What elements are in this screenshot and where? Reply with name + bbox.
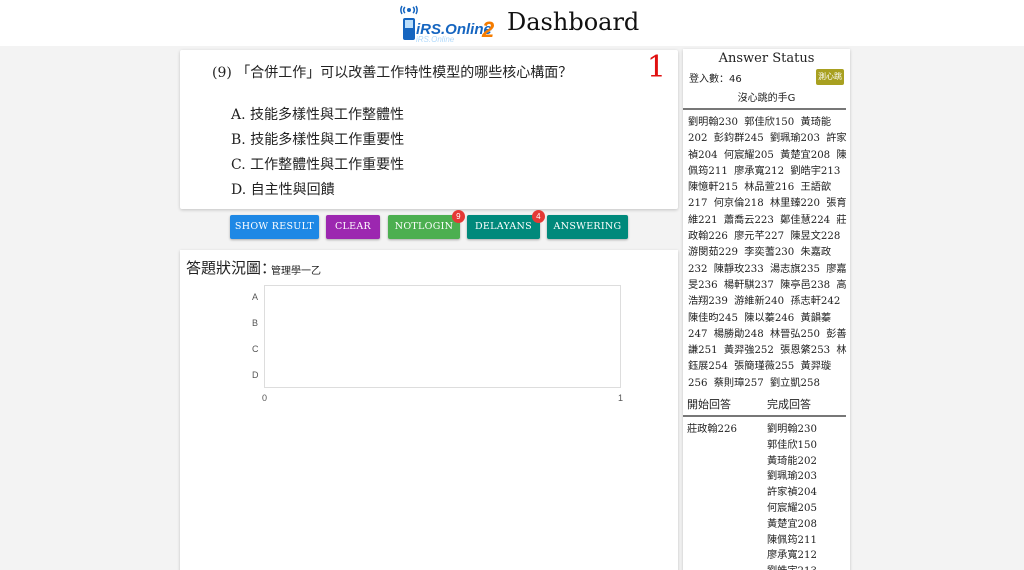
student-name: 張恩綮253 bbox=[780, 345, 831, 357]
student-name: 劉皓宇213 bbox=[790, 165, 841, 177]
student-name: 黃琦能202 bbox=[767, 455, 818, 467]
student-name: 鄭佳慧224 bbox=[780, 214, 831, 226]
irs-online-logo: iRS.Online 2 iRS.Online bbox=[396, 4, 496, 44]
option-d: D. 自主性與回饋 bbox=[231, 182, 335, 198]
student-name: 林里臻220 bbox=[769, 198, 820, 210]
delayans-label: DELAYANS bbox=[475, 221, 532, 232]
student-name: 廖承寬212 bbox=[734, 165, 785, 177]
answering-label: ANSWERING bbox=[553, 221, 622, 232]
student-name: 陳昱文228 bbox=[790, 231, 841, 243]
student-name: 游閔茹229 bbox=[688, 247, 739, 259]
option-c: C. 工作整體性與工作重要性 bbox=[231, 157, 405, 173]
notlogin-label: NOTLOGIN bbox=[394, 221, 454, 232]
chart-title: 答題狀況圖： bbox=[186, 259, 277, 277]
answering-button[interactable]: ANSWERING bbox=[547, 215, 628, 239]
student-name: 劉明翰230 bbox=[767, 424, 818, 435]
student-name: 林品萱216 bbox=[744, 182, 795, 194]
student-name: 黃羿強252 bbox=[723, 345, 774, 357]
y-tick-label: C bbox=[252, 344, 259, 354]
student-name: 游維新240 bbox=[734, 296, 785, 308]
student-name: 許家禎204 bbox=[767, 487, 818, 499]
start-answer-header: 開始回答 bbox=[687, 398, 731, 411]
question-number: 1 bbox=[646, 50, 666, 85]
header: iRS.Online 2 iRS.Online Dashboard bbox=[0, 0, 1024, 46]
y-tick-label: A bbox=[252, 292, 259, 302]
show-result-button[interactable]: SHOW RESULT bbox=[230, 215, 319, 239]
student-name: 劉明翰230 bbox=[688, 117, 739, 128]
student-name: 黃楚宜208 bbox=[767, 518, 818, 530]
student-name: 劉珮瑜203 bbox=[769, 133, 820, 145]
x-tick-label: 1 bbox=[618, 393, 624, 403]
student-name: 陳以蓁246 bbox=[744, 312, 795, 324]
student-name: 劉立凱258 bbox=[769, 377, 820, 389]
student-name: 蔡則璋257 bbox=[713, 377, 764, 389]
user-name: 沒心跳的手G bbox=[737, 93, 796, 104]
question-card: (9) 「合併工作」可以改善工作特性模型的哪些核心構面？ 1 A. 技能多樣性與… bbox=[180, 50, 678, 209]
student-name: 陳憶軒215 bbox=[688, 182, 739, 194]
question-text: (9) 「合併工作」可以改善工作特性模型的哪些核心構面？ bbox=[212, 65, 573, 81]
student-name: 郭佳欣150 bbox=[767, 439, 818, 451]
divider bbox=[683, 415, 846, 417]
y-tick-label: D bbox=[252, 370, 259, 380]
heartbeat-test-button[interactable]: 測心跳 bbox=[816, 69, 844, 85]
svg-text:iRS.Online: iRS.Online bbox=[416, 35, 455, 44]
student-name: 廖元芊227 bbox=[734, 231, 785, 243]
student-name: 劉皓宇213 bbox=[767, 564, 817, 570]
student-name: 何宸耀205 bbox=[723, 149, 774, 161]
student-name: 楊軒騏237 bbox=[723, 279, 774, 291]
answer-status-panel: Answer Status 登入數：46 測心跳 沒心跳的手G 劉明翰230 郭… bbox=[683, 49, 850, 570]
delayans-button[interactable]: DELAYANS 4 bbox=[467, 210, 545, 239]
svg-text:2: 2 bbox=[481, 17, 495, 42]
clear-button[interactable]: CLEAR bbox=[326, 215, 380, 239]
student-name: 何京倫218 bbox=[713, 198, 764, 210]
student-name: 陳亭邑238 bbox=[780, 279, 831, 291]
student-name: 劉珮瑜203 bbox=[767, 471, 818, 483]
option-a: A. 技能多樣性與工作整體性 bbox=[231, 107, 405, 123]
student-name: 孫志軒242 bbox=[790, 296, 841, 308]
clear-label: CLEAR bbox=[334, 221, 372, 232]
show-result-label: SHOW RESULT bbox=[234, 221, 315, 232]
student-name: 張簡瑾薇255 bbox=[734, 361, 795, 373]
student-name: 楊勝勛248 bbox=[713, 328, 764, 340]
y-tick-label: B bbox=[252, 318, 259, 328]
notlogin-count-badge: 9 bbox=[452, 210, 465, 223]
student-name: 彭鈞群245 bbox=[713, 133, 764, 145]
student-name: 郭佳欣150 bbox=[744, 117, 795, 128]
student-name: 陳佩筠211 bbox=[767, 534, 818, 546]
student-name: 廖承寬212 bbox=[767, 550, 818, 562]
student-name: 陳靜玫233 bbox=[713, 263, 764, 275]
student-name: 蕭喬云223 bbox=[723, 214, 774, 226]
start-answer-list: 莊政翰226 bbox=[687, 422, 737, 438]
x-tick-label: 0 bbox=[262, 393, 268, 403]
chart-plot-area bbox=[264, 285, 621, 388]
student-name: 何宸耀205 bbox=[767, 502, 818, 514]
login-count: 登入數：46 bbox=[689, 74, 742, 85]
student-name: 李奕蓍230 bbox=[744, 247, 795, 259]
chart-class-name: 管理學一乙 bbox=[271, 266, 321, 277]
notlogin-button[interactable]: NOTLOGIN 9 bbox=[388, 210, 465, 239]
option-b: B. 技能多樣性與工作重要性 bbox=[231, 132, 405, 148]
done-answer-header: 完成回答 bbox=[767, 398, 811, 411]
answer-status-title: Answer Status bbox=[718, 51, 815, 66]
student-name: 莊政翰226 bbox=[687, 424, 738, 435]
student-name: 林晉弘250 bbox=[769, 328, 820, 340]
divider bbox=[683, 108, 846, 110]
logged-in-names-list: 劉明翰230 郭佳欣150 黃琦能202 彭鈞群245 劉珮瑜203 許家禎20… bbox=[688, 115, 853, 392]
page-title: Dashboard bbox=[507, 8, 640, 36]
student-name: 陳佳昀245 bbox=[688, 312, 739, 324]
student-name: 黃楚宜208 bbox=[780, 149, 831, 161]
delayans-count-badge: 4 bbox=[532, 210, 545, 223]
chart-card: 答題狀況圖： 管理學一乙 A B C D 0 1 bbox=[180, 250, 678, 570]
student-name: 湯志旗235 bbox=[769, 263, 820, 275]
done-answer-list: 劉明翰230 郭佳欣150 黃琦能202 劉珮瑜203 許家禎204 何宸耀205 黃楚宜2… bbox=[767, 422, 817, 570]
